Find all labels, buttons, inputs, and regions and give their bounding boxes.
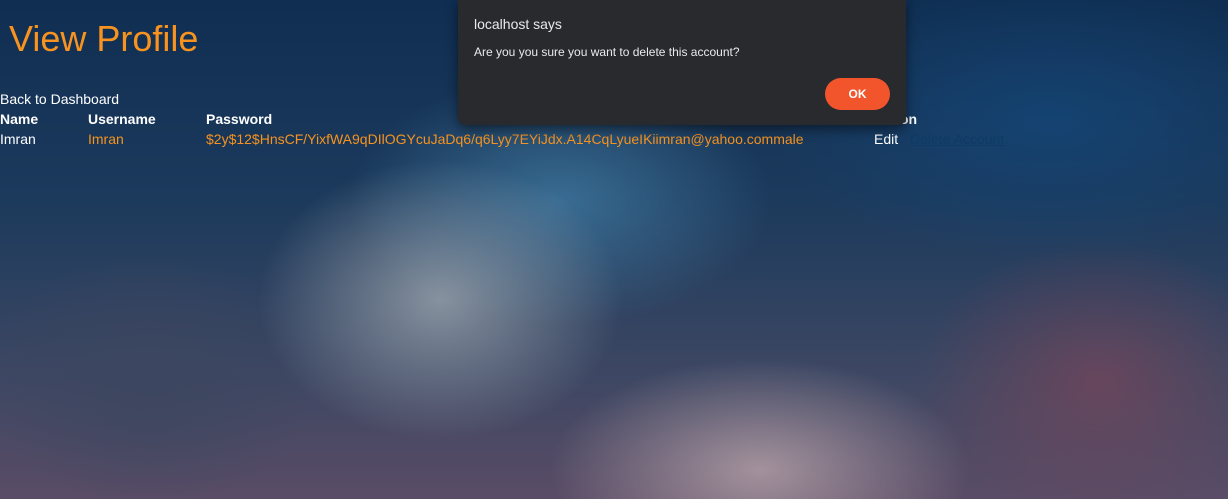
page-title: View Profile: [9, 18, 199, 59]
header-password: Password: [206, 111, 273, 127]
dialog-message: Are you you sure you want to delete this…: [474, 45, 740, 59]
edit-link[interactable]: Edit: [874, 131, 898, 147]
cell-username: Imran: [88, 131, 124, 147]
dialog-title: localhost says: [474, 16, 562, 32]
header-username: Username: [88, 111, 156, 127]
back-to-dashboard-link[interactable]: Back to Dashboard: [0, 91, 119, 107]
header-name: Name: [0, 111, 39, 127]
ok-button[interactable]: OK: [825, 78, 890, 110]
cell-password-email-gender: $2y$12$HnsCF/YixfWA9qDIlOGYcuJaDq6/q6Lyy…: [206, 131, 804, 147]
delete-account-link[interactable]: Delete Account: [910, 131, 1004, 147]
confirm-dialog: localhost says Are you you sure you want…: [458, 0, 906, 125]
cell-name: Imran: [0, 131, 36, 147]
